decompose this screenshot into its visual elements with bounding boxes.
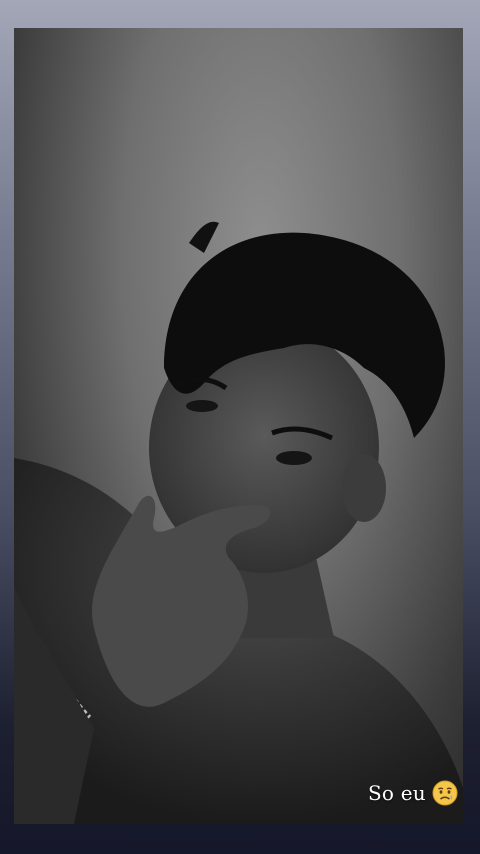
story-photo bbox=[14, 28, 463, 824]
disappointed-relieved-face-icon bbox=[432, 780, 458, 806]
person-selfie-photo bbox=[14, 221, 463, 824]
story-caption: So eu bbox=[368, 778, 458, 808]
caption-text: So eu bbox=[368, 781, 426, 805]
